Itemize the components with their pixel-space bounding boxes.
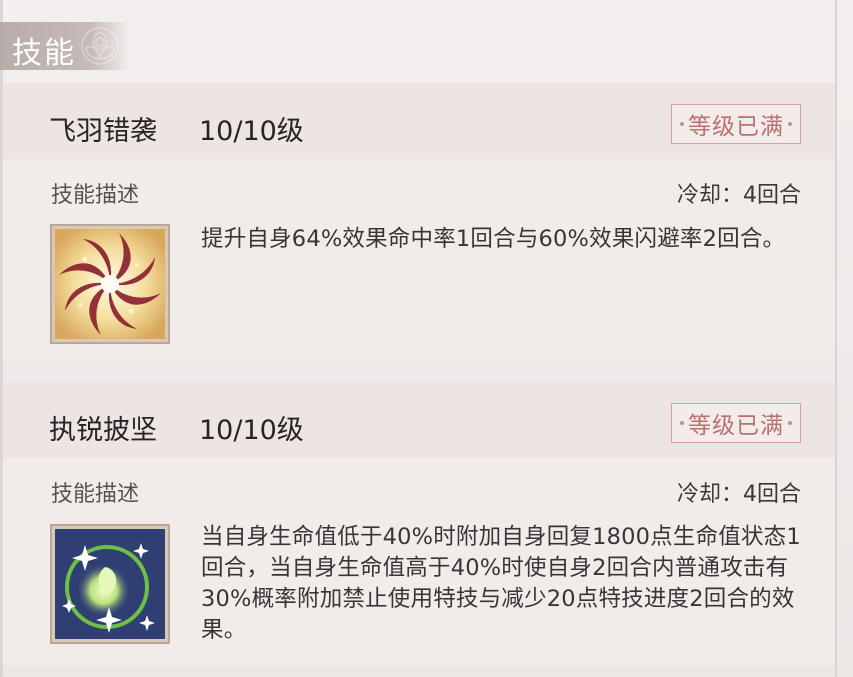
skill-panel: 技能 飞羽错袭 10/10级 等级已满 技能描述 冷却：4回合 提升自身64%效…	[0, 0, 853, 677]
skill-cooldown: 冷却：4回合	[677, 482, 801, 507]
skill-cooldown: 冷却：4回合	[677, 183, 801, 208]
skill-desc-label: 技能描述	[51, 482, 140, 507]
sparkle-orb-icon	[55, 529, 165, 639]
level-max-badge: 等级已满	[671, 403, 801, 443]
section-title: 技能	[12, 36, 76, 71]
skill-name: 执锐披坚	[49, 415, 157, 446]
level-max-badge-label: 等级已满	[688, 114, 784, 140]
skill-description: 当自身生命值低于40%时附加自身回复1800点生命值状态1回合，当自身生命值高于…	[201, 524, 801, 643]
panel-border-right	[835, 0, 837, 677]
skill-description: 提升自身64%效果命中率1回合与60%效果闪避率2回合。	[201, 226, 786, 252]
skill-level: 10/10级	[199, 415, 304, 446]
skill-card[interactable]: 飞羽错袭 10/10级 等级已满 技能描述 冷却：4回合 提升自身64%效果命中…	[3, 83, 835, 361]
skill-icon-frame[interactable]	[50, 524, 170, 644]
feather-swirl-icon	[55, 229, 165, 339]
skill-name: 飞羽错袭	[49, 116, 157, 147]
rose-ornament-icon	[81, 27, 119, 65]
skill-card[interactable]: 执锐披坚 10/10级 等级已满 技能描述 冷却：4回合 当自身生命值低于40%…	[3, 382, 835, 666]
skill-icon-frame[interactable]	[50, 224, 170, 344]
skill-desc-label: 技能描述	[51, 183, 140, 208]
level-max-badge-label: 等级已满	[688, 413, 784, 439]
level-max-badge: 等级已满	[671, 104, 801, 144]
skill-level: 10/10级	[199, 116, 304, 147]
